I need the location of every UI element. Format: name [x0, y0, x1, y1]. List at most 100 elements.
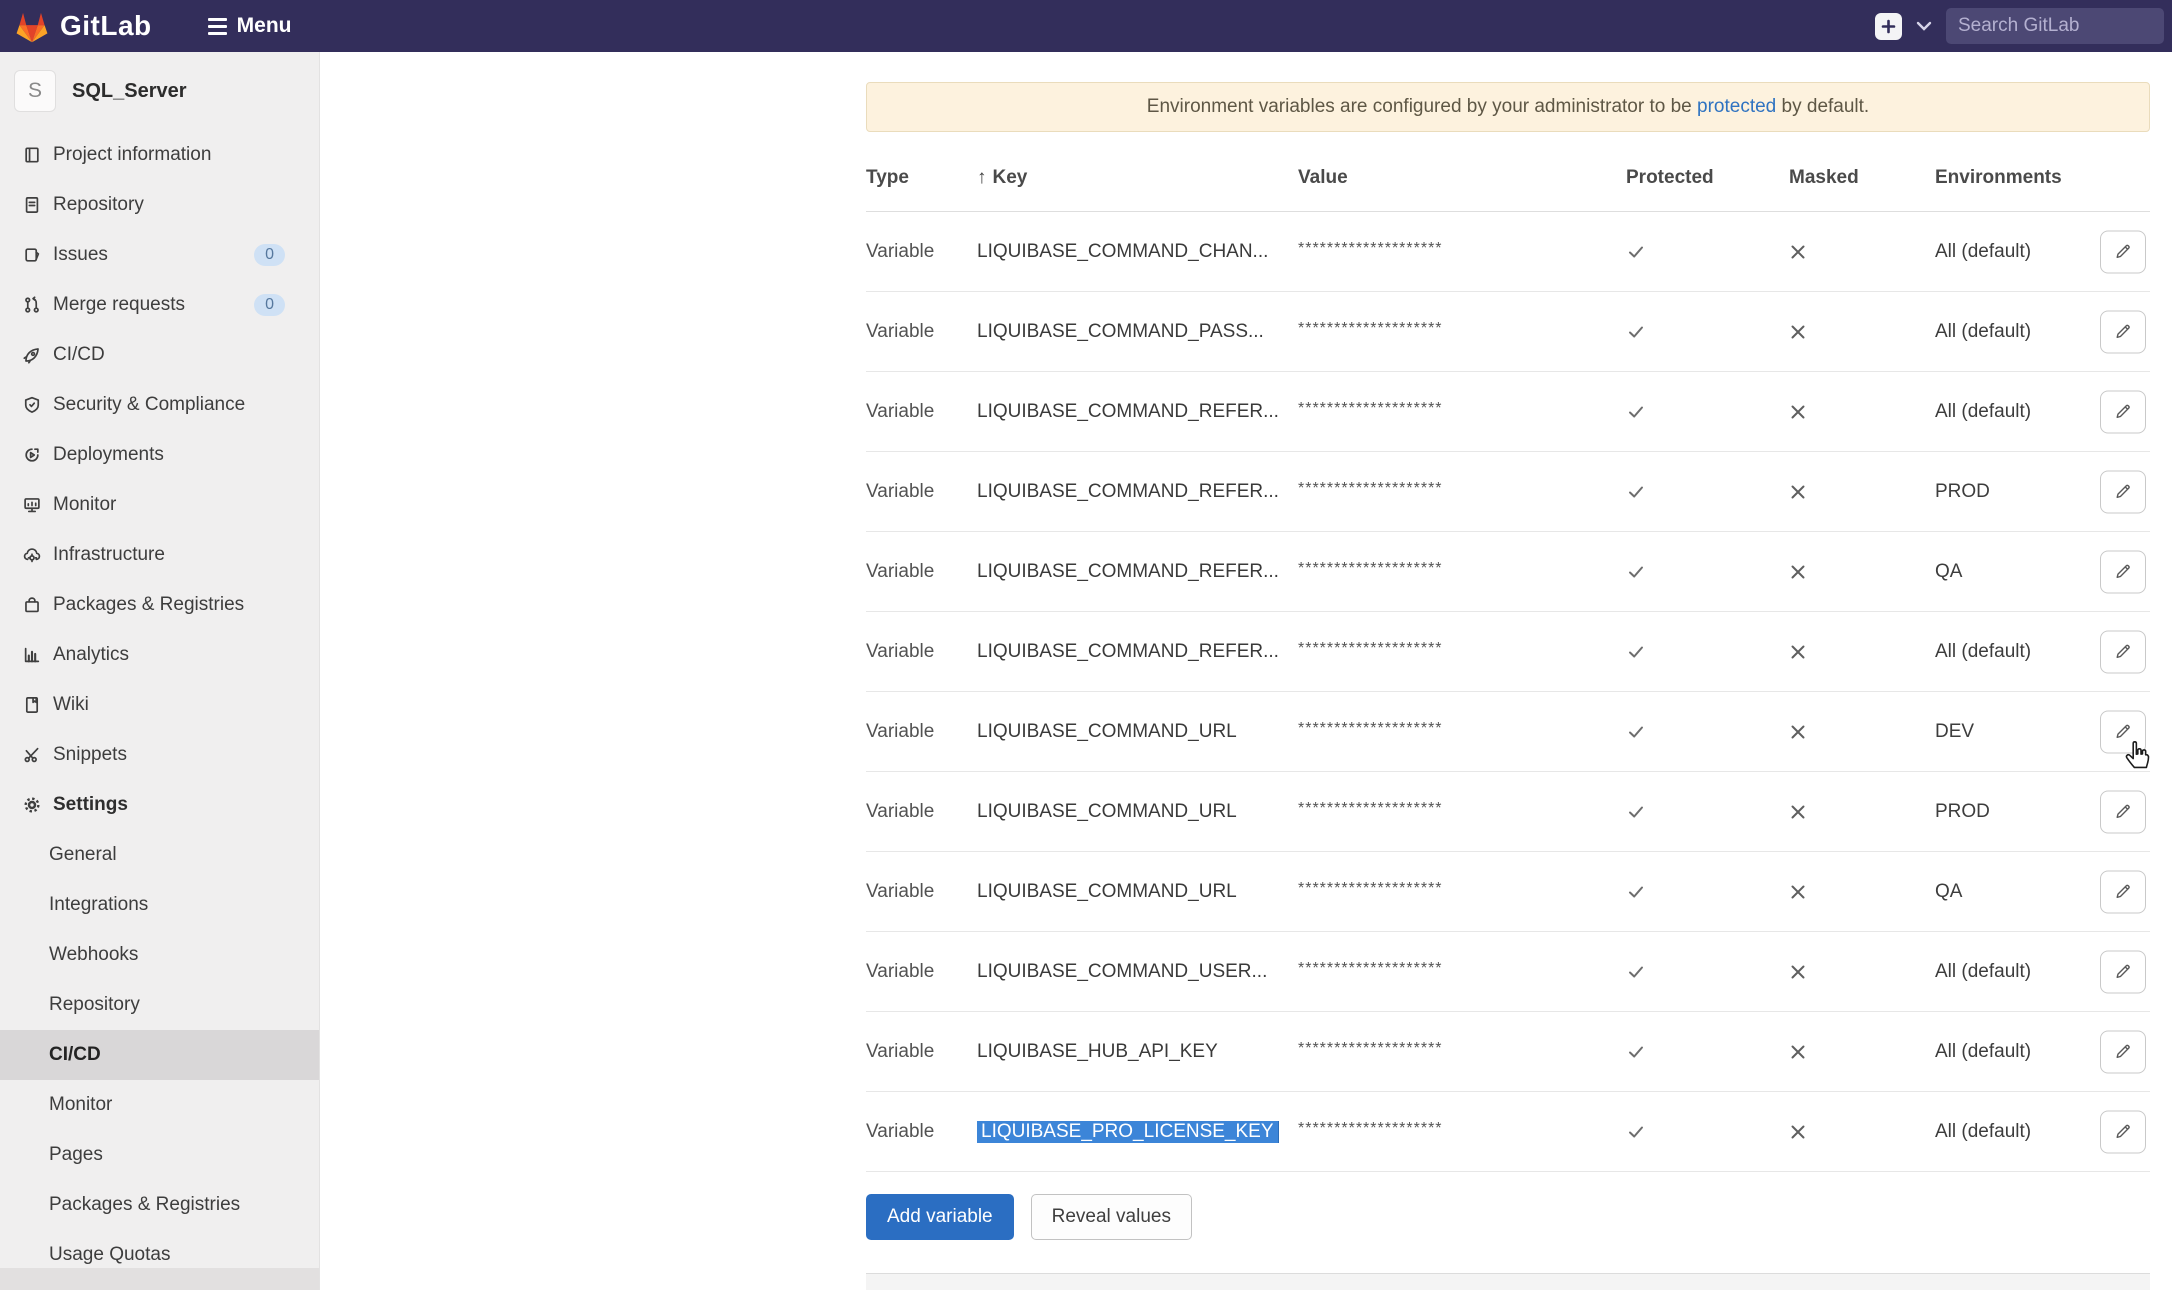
masked-x-icon — [1789, 403, 1935, 421]
edit-variable-button[interactable] — [2100, 470, 2146, 513]
masked-x-icon — [1789, 723, 1935, 741]
column-header-protected: Protected — [1626, 167, 1789, 189]
column-header-key[interactable]: ↑Key — [977, 167, 1298, 189]
new-item-button[interactable] — [1875, 13, 1902, 40]
sidebar-item-project-information[interactable]: Project information — [0, 130, 319, 180]
column-header-environments: Environments — [1935, 167, 2150, 189]
sidebar-item-security-compliance[interactable]: Security & Compliance — [0, 380, 319, 430]
sidebar-subitem-repository[interactable]: Repository — [0, 980, 319, 1030]
protected-check-icon — [1626, 562, 1789, 582]
sort-ascending-icon: ↑ — [977, 167, 987, 188]
variable-row: Variable LIQUIBASE_COMMAND_PASS... *****… — [866, 292, 2150, 372]
variable-row: Variable LIQUIBASE_COMMAND_REFER... ****… — [866, 372, 2150, 452]
variable-row: Variable LIQUIBASE_COMMAND_URL *********… — [866, 692, 2150, 772]
variable-row: Variable LIQUIBASE_COMMAND_REFER... ****… — [866, 452, 2150, 532]
issues-icon — [22, 246, 41, 265]
sidebar-item-settings[interactable]: Settings — [0, 780, 319, 830]
hamburger-icon — [208, 18, 227, 35]
sidebar-item-issues[interactable]: Issues 0 — [0, 230, 319, 280]
book-icon — [22, 696, 41, 715]
banner-text-before: Environment variables are configured by … — [1147, 96, 1697, 117]
gitlab-tanuki-icon — [14, 10, 50, 43]
sidebar-subitem-packages-registries[interactable]: Packages & Registries — [0, 1180, 319, 1230]
chevron-down-icon — [1916, 21, 1932, 31]
banner-text-after: by default. — [1776, 96, 1869, 117]
variable-row: Variable LIQUIBASE_COMMAND_USER... *****… — [866, 932, 2150, 1012]
sidebar-item-analytics[interactable]: Analytics — [0, 630, 319, 680]
protected-check-icon — [1626, 882, 1789, 902]
masked-x-icon — [1789, 883, 1935, 901]
edit-variable-button[interactable] — [2100, 230, 2146, 273]
admin-protected-banner: Environment variables are configured by … — [866, 82, 2150, 132]
edit-variable-button[interactable] — [2100, 390, 2146, 433]
menu-button[interactable]: Menu — [208, 14, 292, 38]
sidebar-subitem-pages[interactable]: Pages — [0, 1130, 319, 1180]
section-divider — [866, 1273, 2150, 1290]
deployments-icon — [22, 446, 41, 465]
main-content: Environment variables are configured by … — [321, 52, 2172, 1290]
protected-check-icon — [1626, 1122, 1789, 1142]
sidebar-item-deployments[interactable]: Deployments — [0, 430, 319, 480]
sidebar-project-header[interactable]: S SQL_Server — [0, 52, 319, 130]
masked-x-icon — [1789, 963, 1935, 981]
edit-variable-button[interactable] — [2100, 710, 2146, 753]
protected-check-icon — [1626, 802, 1789, 822]
sidebar-item-merge-requests[interactable]: Merge requests 0 — [0, 280, 319, 330]
protected-check-icon — [1626, 242, 1789, 262]
protected-check-icon — [1626, 1042, 1789, 1062]
protected-check-icon — [1626, 722, 1789, 742]
sidebar-item-monitor[interactable]: Monitor — [0, 480, 319, 530]
edit-variable-button[interactable] — [2100, 950, 2146, 993]
project-avatar: S — [14, 70, 56, 112]
gitlab-home-link[interactable]: GitLab — [14, 10, 152, 43]
sidebar-bottom-strip — [0, 1268, 319, 1290]
column-header-value: Value — [1298, 167, 1626, 189]
monitor-icon — [22, 496, 41, 515]
edit-variable-button[interactable] — [2100, 310, 2146, 353]
merge-requests-count-badge: 0 — [254, 294, 285, 316]
sidebar-subitem-integrations[interactable]: Integrations — [0, 880, 319, 930]
scissors-icon — [22, 746, 41, 765]
top-navigation-bar: GitLab Menu — [0, 0, 2172, 52]
column-header-masked: Masked — [1789, 167, 1935, 189]
sidebar-subitem-cicd[interactable]: CI/CD — [0, 1030, 319, 1080]
sidebar-nav: Project information Repository Issues 0 … — [0, 130, 319, 1280]
protected-check-icon — [1626, 402, 1789, 422]
edit-variable-button[interactable] — [2100, 550, 2146, 593]
selected-key-text: LIQUIBASE_PRO_LICENSE_KEY — [977, 1121, 1278, 1143]
rocket-icon — [22, 346, 41, 365]
masked-x-icon — [1789, 803, 1935, 821]
plus-icon — [1881, 19, 1896, 34]
variable-row: Variable LIQUIBASE_COMMAND_REFER... ****… — [866, 532, 2150, 612]
protected-check-icon — [1626, 642, 1789, 662]
variable-row: Variable LIQUIBASE_COMMAND_URL *********… — [866, 772, 2150, 852]
new-item-dropdown[interactable] — [1916, 21, 1932, 31]
edit-variable-button[interactable] — [2100, 1110, 2146, 1153]
edit-variable-button[interactable] — [2100, 630, 2146, 673]
reveal-values-button[interactable]: Reveal values — [1031, 1194, 1192, 1240]
sidebar-subitem-general[interactable]: General — [0, 830, 319, 880]
variable-row: Variable LIQUIBASE_COMMAND_REFER... ****… — [866, 612, 2150, 692]
edit-variable-button[interactable] — [2100, 1030, 2146, 1073]
sidebar-item-infrastructure[interactable]: Infrastructure — [0, 530, 319, 580]
package-icon — [22, 596, 41, 615]
project-name: SQL_Server — [72, 80, 187, 103]
edit-variable-button[interactable] — [2100, 870, 2146, 913]
merge-request-icon — [22, 296, 41, 315]
sidebar-item-wiki[interactable]: Wiki — [0, 680, 319, 730]
sidebar-item-packages-registries[interactable]: Packages & Registries — [0, 580, 319, 630]
add-variable-button[interactable]: Add variable — [866, 1194, 1014, 1240]
variable-row: Variable LIQUIBASE_PRO_LICENSE_KEY *****… — [866, 1092, 2150, 1172]
variable-row: Variable LIQUIBASE_COMMAND_URL *********… — [866, 852, 2150, 932]
sidebar-item-repository[interactable]: Repository — [0, 180, 319, 230]
sidebar-subitem-monitor[interactable]: Monitor — [0, 1080, 319, 1130]
protected-check-icon — [1626, 962, 1789, 982]
sidebar-item-cicd[interactable]: CI/CD — [0, 330, 319, 380]
sidebar-subitem-webhooks[interactable]: Webhooks — [0, 930, 319, 980]
masked-x-icon — [1789, 243, 1935, 261]
edit-variable-button[interactable] — [2100, 790, 2146, 833]
search-input[interactable] — [1958, 15, 2152, 37]
protected-link[interactable]: protected — [1697, 96, 1776, 117]
sidebar-item-snippets[interactable]: Snippets — [0, 730, 319, 780]
shield-icon — [22, 396, 41, 415]
